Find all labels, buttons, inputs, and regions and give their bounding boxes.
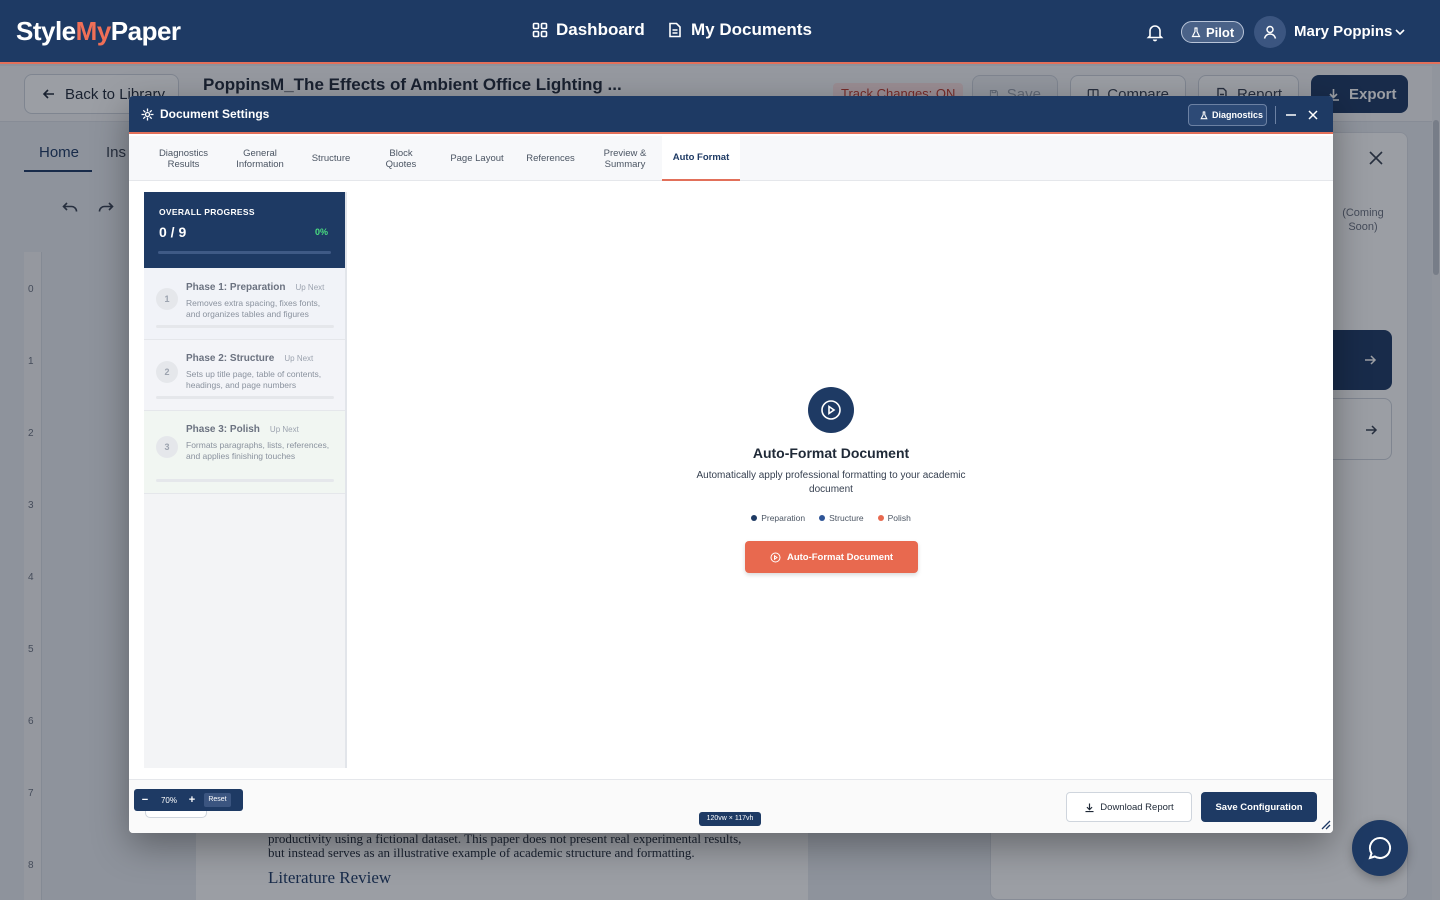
download-report-label: Download Report [1100,801,1174,813]
phase-card-structure[interactable]: 2 Phase 2: Structure Up Next Sets up titl… [144,340,345,411]
overall-progress-label: OVERALL PROGRESS [159,207,255,217]
legend-dot [751,515,758,521]
legend-item-preparation: Preparation [751,513,805,523]
legend-label: Polish [887,513,911,523]
tab-auto-format[interactable]: Auto Format [662,136,740,181]
diagnostics-label: Diagnostics [1212,110,1264,120]
diagnostics-button[interactable]: Diagnostics [1188,104,1267,126]
document-settings-modal: Document Settings Diagnostics Diagnostic… [129,96,1333,833]
zoom-out-button[interactable]: − [134,794,156,806]
resize-handle-icon[interactable] [1319,818,1331,830]
phase-title: Phase 1: Preparation Up Next [186,282,324,293]
tab-general-information[interactable]: General Information [225,136,295,181]
phase-legend: Preparation Structure Polish [681,513,981,523]
auto-format-document-button[interactable]: Auto-Format Document [745,541,918,573]
minimize-icon[interactable] [1285,108,1297,122]
chat-bubble-icon [1368,836,1392,860]
phase-status-label: Up Next [284,354,314,363]
document-icon [669,22,681,38]
logo-text-paper: Paper [110,16,181,46]
user-avatar[interactable] [1254,16,1286,48]
phase-number-badge: 1 [156,288,178,310]
pilot-label: Pilot [1206,24,1235,40]
phase-progress-bar [156,479,334,482]
phase-status-label: Up Next [269,425,299,434]
zoom-reset-button[interactable]: Reset [204,793,231,807]
nav-link-dashboard[interactable]: Dashboard [532,20,645,40]
phase-title-text: Phase 2: Structure [186,353,275,364]
modal-footer: Cancel − 70% + Reset 120vw × 117vh Downl… [129,779,1333,833]
flask-icon [1200,110,1208,119]
zoom-in-button[interactable]: + [182,794,202,806]
zoom-control: − 70% + Reset [134,789,243,811]
tab-references[interactable]: References [517,136,584,181]
phase-description: Sets up title page, table of contents, h… [186,369,322,390]
nav-link-dashboard-label: Dashboard [556,20,645,39]
logo-text-my: My [75,16,112,46]
pilot-badge[interactable]: Pilot [1181,21,1245,43]
overall-progress-card: OVERALL PROGRESS 0 / 9 0% [144,192,345,268]
phase-status-label: Up Next [295,283,325,292]
phase-card-preparation[interactable]: 1 Phase 1: Preparation Up Next Removes ex… [144,268,345,340]
download-report-button[interactable]: Download Report [1066,792,1192,822]
overall-progress-count: 0 / 9 [159,224,187,240]
auto-format-description: Automatically apply professional formatt… [696,470,966,495]
zoom-level: 70% [160,795,177,805]
phase-title-text: Phase 1: Preparation [186,282,286,293]
legend-item-polish: Polish [877,513,911,523]
dashboard-grid-icon [532,22,548,38]
auto-format-hero-icon [808,387,854,433]
header-divider [1275,106,1276,124]
tab-block-quotes[interactable]: Block Quotes [372,136,430,181]
modal-header: Document Settings Diagnostics [129,96,1333,134]
auto-format-button-label: Auto-Format Document [786,551,894,563]
settings-sparkle-icon [141,108,154,121]
legend-dot [877,515,884,521]
top-navigation-bar: StyleMyPaper Dashboard My Documents Pilo… [0,0,1440,64]
viewport-size-badge: 120vw × 117vh [699,812,761,826]
tab-preview-summary[interactable]: Preview & Summary [593,136,657,181]
phase-number-badge: 2 [156,361,178,383]
auto-format-title: Auto-Format Document [752,445,910,461]
phase-number-badge: 3 [156,436,178,458]
phase-progress-bar [156,325,334,328]
user-name[interactable]: Mary Poppins [1294,23,1392,40]
overall-progress-track [158,251,331,254]
phase-title-text: Phase 3: Polish [186,424,260,435]
progress-sidebar: OVERALL PROGRESS 0 / 9 0% 1 Phase 1: Pre… [144,192,347,768]
modal-title: Document Settings [160,107,270,121]
tab-page-layout[interactable]: Page Layout [441,136,513,181]
phase-title: Phase 2: Structure Up Next [186,353,313,364]
settings-tab-bar: Diagnostics Results General Information … [129,136,1333,181]
user-icon [1263,25,1277,39]
legend-label: Structure [829,513,864,523]
logo-text-style: Style [16,16,76,46]
phase-card-polish[interactable]: 3 Phase 3: Polish Up Next Formats paragra… [144,411,345,494]
phase-title: Phase 3: Polish Up Next [186,424,299,435]
chevron-down-icon[interactable] [1394,26,1406,38]
play-circle-icon [770,552,781,562]
phase-description: Removes extra spacing, fixes fonts, and … [186,298,321,319]
nav-link-my-documents-label: My Documents [691,20,812,39]
tab-structure[interactable]: Structure [301,136,361,181]
legend-item-structure: Structure [819,513,864,523]
legend-dot [819,515,826,521]
save-configuration-button[interactable]: Save Configuration [1201,792,1317,822]
overall-progress-percent: 0% [315,227,329,237]
play-circle-icon [821,400,841,420]
notification-bell-icon[interactable] [1145,22,1165,42]
flask-icon [1191,26,1201,37]
legend-label: Preparation [761,513,806,523]
phase-description: Formats paragraphs, lists, references, a… [186,440,330,461]
phase-progress-bar [156,396,334,399]
chat-button[interactable] [1352,820,1408,876]
tab-diagnostics-results[interactable]: Diagnostics Results [147,136,220,181]
download-icon [1085,802,1094,812]
nav-link-my-documents[interactable]: My Documents [667,20,812,40]
app-logo[interactable]: StyleMyPaper [16,16,181,47]
close-icon[interactable] [1306,108,1320,122]
